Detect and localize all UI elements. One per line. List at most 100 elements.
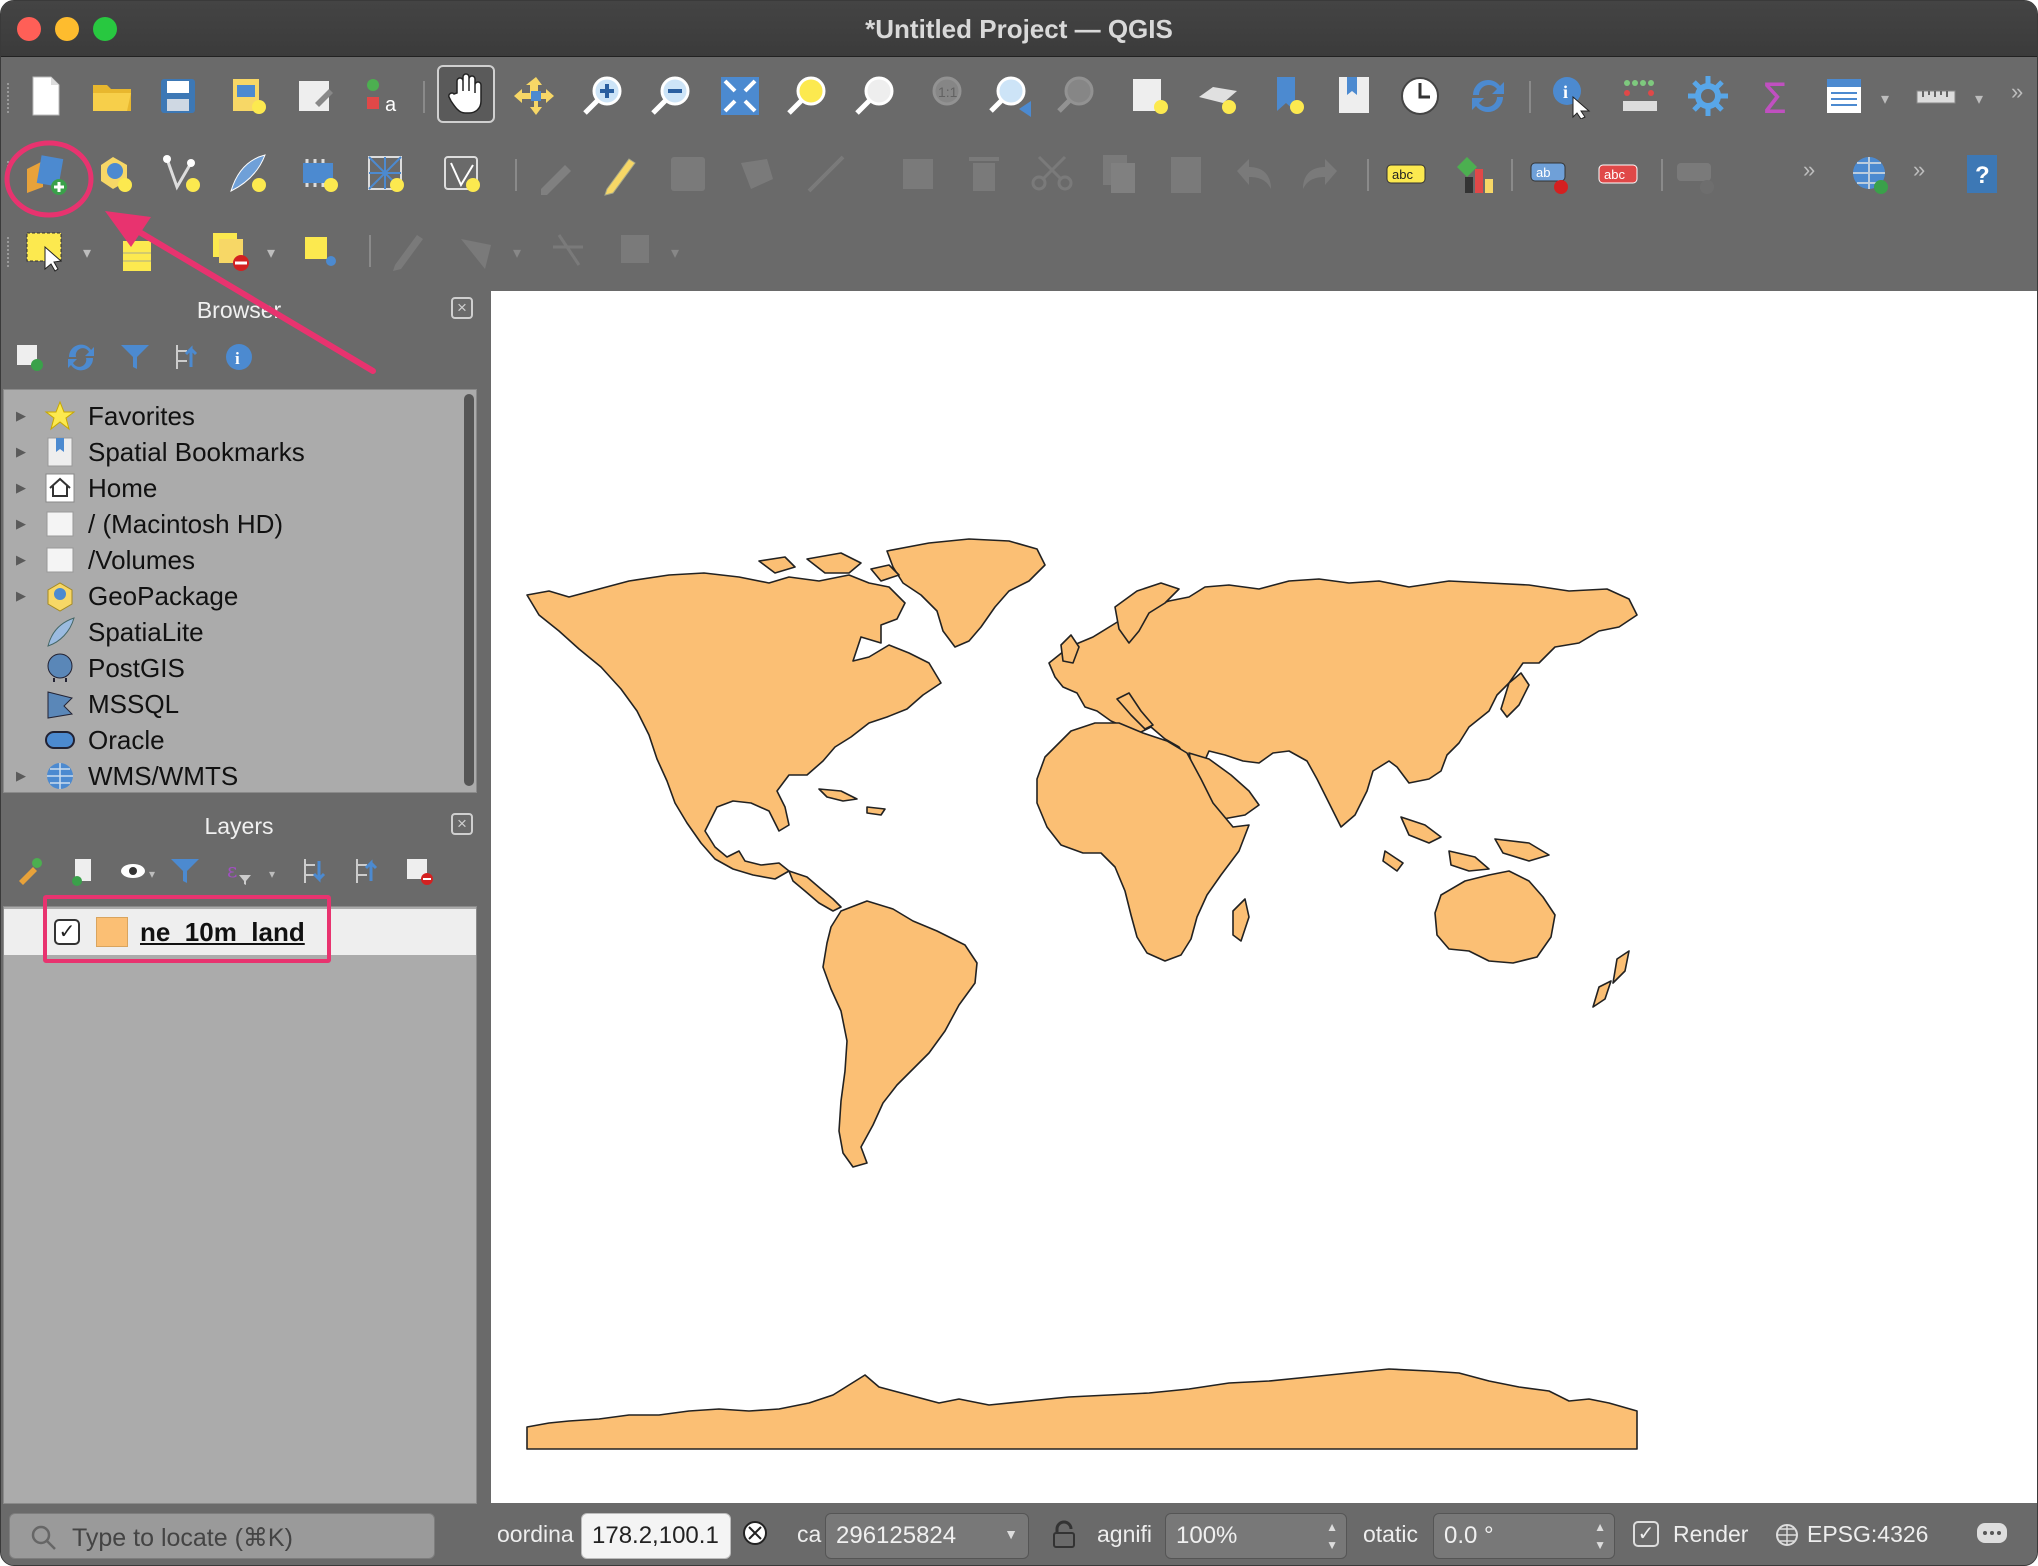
- layout-manager-icon[interactable]: [287, 67, 345, 125]
- select-by-expression-icon[interactable]: [109, 221, 167, 279]
- layers-panel-close-button[interactable]: ×: [451, 813, 473, 835]
- paste-features-icon[interactable]: [1157, 145, 1215, 203]
- digitize-shape-icon[interactable]: [379, 221, 437, 279]
- zoom-to-layer-icon[interactable]: [847, 67, 905, 125]
- style-manager-icon[interactable]: a: [353, 67, 411, 125]
- browser-item[interactable]: PostGIS: [4, 650, 444, 686]
- statistics-icon[interactable]: Σ: [1747, 67, 1805, 125]
- render-checkbox[interactable]: ✓: [1633, 1521, 1659, 1547]
- browser-scrollbar[interactable]: [464, 394, 474, 786]
- layer-diagram-options-icon[interactable]: [1445, 145, 1503, 203]
- zoom-native-icon[interactable]: 1:1: [915, 67, 973, 125]
- zoom-out-icon[interactable]: [643, 67, 701, 125]
- zoom-full-icon[interactable]: [711, 67, 769, 125]
- coordinate-field[interactable]: 178.2,100.1: [581, 1513, 731, 1559]
- expand-arrow-icon[interactable]: ▶: [16, 552, 26, 568]
- zoom-next-icon[interactable]: [1051, 67, 1109, 125]
- browser-item[interactable]: ▶ Favorites: [4, 398, 444, 434]
- move-label-icon[interactable]: [1667, 145, 1725, 203]
- collapse-all-icon[interactable]: [169, 339, 205, 375]
- vertex-tool-icon[interactable]: [797, 145, 855, 203]
- show-bookmarks-icon[interactable]: [1325, 67, 1383, 125]
- browser-item[interactable]: Oracle: [4, 722, 444, 758]
- attribute-table-icon[interactable]: [1611, 67, 1669, 125]
- spin-up-icon[interactable]: ▲: [1594, 1520, 1606, 1534]
- measure-icon[interactable]: [1907, 67, 1965, 125]
- new-map-view-icon[interactable]: [1121, 67, 1179, 125]
- new-3d-map-view-icon[interactable]: [1189, 67, 1247, 125]
- remove-layer-icon[interactable]: [401, 853, 437, 889]
- browser-item[interactable]: SpatiaLite: [4, 614, 444, 650]
- expand-arrow-icon[interactable]: ▶: [16, 588, 26, 604]
- lock-scale-icon[interactable]: [1049, 1519, 1079, 1551]
- add-group-icon[interactable]: [65, 853, 101, 889]
- new-bookmark-icon[interactable]: [1259, 67, 1317, 125]
- expand-arrow-icon[interactable]: ▶: [16, 408, 26, 424]
- temporal-controller-icon[interactable]: [1391, 67, 1449, 125]
- filter-legend-icon[interactable]: [167, 853, 203, 889]
- zoom-to-selection-icon[interactable]: [779, 67, 837, 125]
- new-geopackage-layer-icon[interactable]: [85, 145, 143, 203]
- pan-to-selection-icon[interactable]: [507, 67, 565, 125]
- expand-arrow-icon[interactable]: ▶: [16, 516, 26, 532]
- redo-icon[interactable]: [1291, 145, 1349, 203]
- current-edits-icon[interactable]: [527, 145, 585, 203]
- new-temporary-layer-icon[interactable]: [357, 145, 415, 203]
- pan-icon[interactable]: [437, 65, 495, 123]
- toggle-extents-icon[interactable]: [739, 1519, 771, 1551]
- add-selected-layers-icon[interactable]: [11, 339, 47, 375]
- toggle-editing-icon[interactable]: [591, 145, 649, 203]
- data-source-manager-icon[interactable]: [17, 145, 75, 203]
- save-layer-edits-icon[interactable]: [659, 145, 717, 203]
- browser-item[interactable]: ▶ Spatial Bookmarks: [4, 434, 444, 470]
- new-virtual-layer-icon[interactable]: [291, 145, 349, 203]
- new-spatialite-layer-icon[interactable]: [219, 145, 277, 203]
- magnifier-field[interactable]: 100% ▲ ▼: [1165, 1513, 1347, 1559]
- modify-attributes-icon[interactable]: [889, 145, 947, 203]
- crs-button[interactable]: EPSG:4326: [1807, 1521, 1928, 1548]
- processing-toolbox-icon[interactable]: [1679, 67, 1737, 125]
- new-shapefile-layer-icon[interactable]: [153, 145, 211, 203]
- spin-down-icon[interactable]: ▼: [1594, 1538, 1606, 1552]
- browser-item[interactable]: ▶ WMS/WMTS: [4, 758, 444, 792]
- cut-features-icon[interactable]: [1023, 145, 1081, 203]
- split-features-icon[interactable]: [447, 221, 505, 279]
- undo-icon[interactable]: [1225, 145, 1283, 203]
- collapse-all-layers-icon[interactable]: [349, 853, 385, 889]
- layer-labeling-options-icon[interactable]: abc: [1377, 145, 1435, 203]
- zoom-in-icon[interactable]: [575, 67, 633, 125]
- messages-icon[interactable]: [1975, 1521, 2009, 1549]
- new-mesh-layer-icon[interactable]: [433, 145, 491, 203]
- select-by-location-icon[interactable]: [291, 221, 349, 279]
- open-layer-styling-icon[interactable]: [13, 853, 49, 889]
- advanced-digitizing-icon[interactable]: [539, 221, 597, 279]
- new-project-icon[interactable]: [17, 67, 75, 125]
- locator-search-input[interactable]: Type to locate (⌘K): [9, 1513, 435, 1559]
- deselect-features-icon[interactable]: [201, 221, 259, 279]
- reshape-features-icon[interactable]: [607, 221, 665, 279]
- browser-item[interactable]: ▶ GeoPackage: [4, 578, 444, 614]
- filter-browser-icon[interactable]: [117, 339, 153, 375]
- browser-item[interactable]: MSSQL: [4, 686, 444, 722]
- scale-field[interactable]: 296125824 ▼: [825, 1513, 1029, 1559]
- expand-arrow-icon[interactable]: ▶: [16, 444, 26, 460]
- expand-all-icon[interactable]: [297, 853, 333, 889]
- select-features-icon[interactable]: [17, 221, 75, 279]
- highlight-pinned-labels-icon[interactable]: ab: [1521, 145, 1579, 203]
- open-project-icon[interactable]: [83, 67, 141, 125]
- expand-arrow-icon[interactable]: ▶: [16, 768, 26, 784]
- copy-features-icon[interactable]: [1089, 145, 1147, 203]
- spin-down-icon[interactable]: ▼: [1326, 1538, 1338, 1552]
- open-field-calculator-icon[interactable]: [1815, 67, 1873, 125]
- metasearch-icon[interactable]: [1841, 145, 1899, 203]
- delete-selected-icon[interactable]: [955, 145, 1013, 203]
- browser-item[interactable]: ▶ /Volumes: [4, 542, 444, 578]
- browser-item[interactable]: ▶ Home: [4, 470, 444, 506]
- refresh-browser-icon[interactable]: [63, 339, 99, 375]
- identify-icon[interactable]: i: [1541, 67, 1599, 125]
- add-polygon-feature-icon[interactable]: [727, 145, 785, 203]
- properties-info-icon[interactable]: i: [221, 339, 257, 375]
- spin-up-icon[interactable]: ▲: [1326, 1520, 1338, 1534]
- zoom-last-icon[interactable]: [983, 67, 1041, 125]
- save-project-icon[interactable]: [149, 67, 207, 125]
